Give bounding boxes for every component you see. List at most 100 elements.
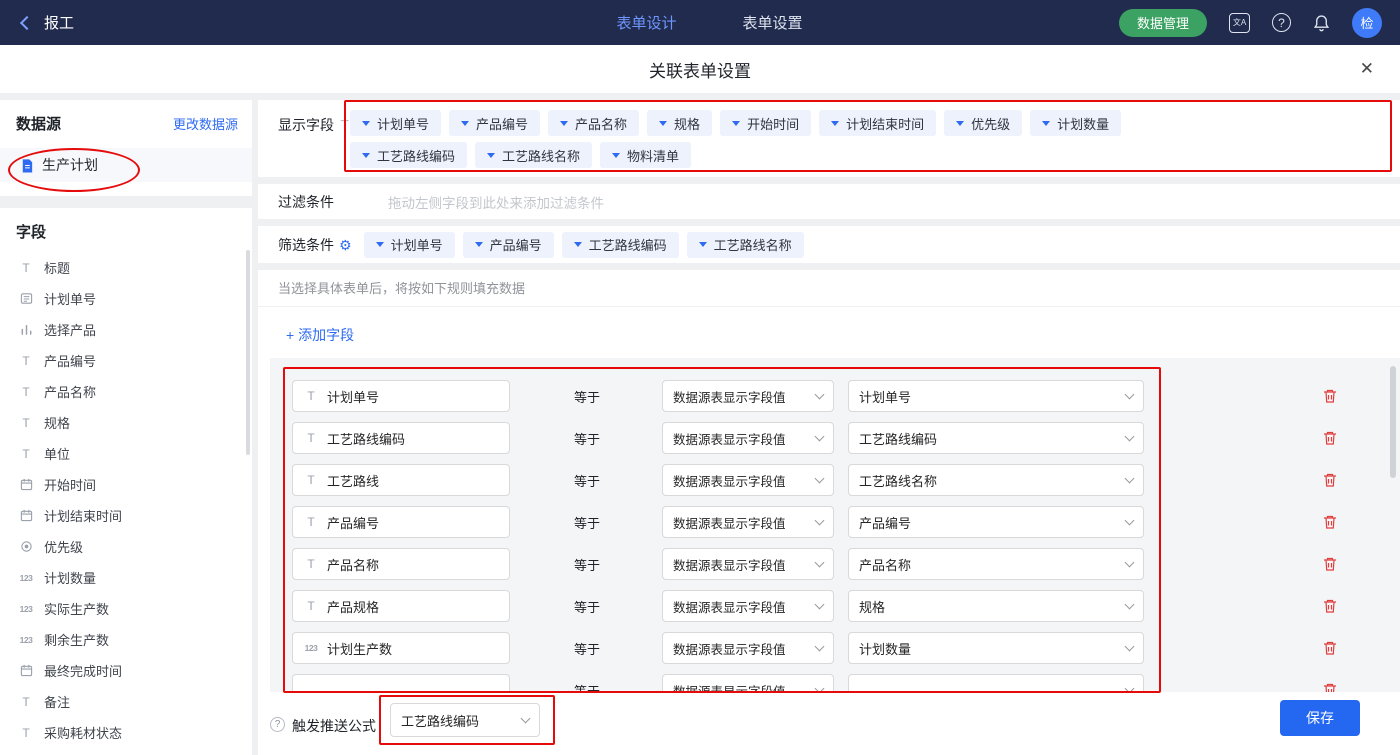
delete-row-icon[interactable] xyxy=(1322,556,1338,572)
source-field-select[interactable]: 产品编号 xyxy=(848,506,1144,538)
mapping-row: T工艺路线编码 等于 数据源表显示字段值 工艺路线编码 xyxy=(292,422,1400,454)
mapping-field-input[interactable]: T产品规格 xyxy=(292,590,510,622)
mapping-field-input[interactable] xyxy=(292,674,510,692)
mapping-row: T计划单号 等于 数据源表显示字段值 计划单号 xyxy=(292,380,1400,412)
sift-field-tag[interactable]: 计划单号 xyxy=(364,232,455,258)
mapping-panel: T计划单号 等于 数据源表显示字段值 计划单号 T工艺路线编码 等于 数据源表显… xyxy=(270,358,1400,692)
field-item[interactable]: 123剩余生产数 xyxy=(0,624,252,655)
date-field-icon xyxy=(18,477,34,493)
back-icon[interactable] xyxy=(20,15,34,29)
field-item[interactable]: T产品名称 xyxy=(0,376,252,407)
gear-icon[interactable]: ⚙ xyxy=(339,238,352,252)
field-item[interactable]: 选择产品 xyxy=(0,314,252,345)
display-field-tag[interactable]: 开始时间 xyxy=(720,110,811,136)
mapping-rules-section: 当选择具体表单后，将按如下规则填充数据 + 添加字段 T计划单号 等于 数据源表… xyxy=(258,270,1400,755)
field-item[interactable]: 计划结束时间 xyxy=(0,500,252,531)
display-field-tag[interactable]: 计划数量 xyxy=(1030,110,1121,136)
source-field-select[interactable]: 工艺路线编码 xyxy=(848,422,1144,454)
display-field-tag[interactable]: 规格 xyxy=(647,110,712,136)
datasource-item-production-plan[interactable]: 生产计划 xyxy=(0,148,252,182)
translate-icon[interactable]: 文A xyxy=(1229,13,1250,33)
trigger-formula-select[interactable]: 工艺路线编码 xyxy=(390,703,540,737)
delete-row-icon[interactable] xyxy=(1322,682,1338,692)
source-type-select[interactable]: 数据源表显示字段值 xyxy=(662,590,834,622)
source-field-select[interactable]: 产品名称 xyxy=(848,548,1144,580)
back-title[interactable]: 报工 xyxy=(44,12,74,33)
source-field-select[interactable] xyxy=(848,674,1144,692)
field-item[interactable]: 123计划数量 xyxy=(0,562,252,593)
caret-down-icon xyxy=(659,121,667,126)
display-field-tag[interactable]: 工艺路线编码 xyxy=(350,142,467,168)
field-item[interactable]: T备注 xyxy=(0,686,252,717)
mapping-field-input[interactable]: T工艺路线 xyxy=(292,464,510,496)
display-field-tag[interactable]: 产品名称 xyxy=(548,110,639,136)
chevron-down-icon xyxy=(521,713,531,723)
date-field-icon xyxy=(18,508,34,524)
help-icon[interactable]: ? xyxy=(1272,13,1291,32)
change-datasource-link[interactable]: 更改数据源 xyxy=(173,114,238,133)
source-field-select[interactable]: 规格 xyxy=(848,590,1144,622)
source-type-select[interactable]: 数据源表显示字段值 xyxy=(662,380,834,412)
delete-row-icon[interactable] xyxy=(1322,472,1338,488)
mapping-row: T产品编号 等于 数据源表显示字段值 产品编号 xyxy=(292,506,1400,538)
mapping-field-input[interactable]: T计划单号 xyxy=(292,380,510,412)
display-field-tag[interactable]: 优先级 xyxy=(944,110,1022,136)
display-field-tag[interactable]: 计划结束时间 xyxy=(819,110,936,136)
delete-row-icon[interactable] xyxy=(1322,430,1338,446)
source-field-select[interactable]: 计划单号 xyxy=(848,380,1144,412)
tab-form-settings[interactable]: 表单设置 xyxy=(742,12,802,33)
field-item[interactable]: T产品编号 xyxy=(0,345,252,376)
mapping-field-input[interactable]: T产品编号 xyxy=(292,506,510,538)
field-item[interactable]: T规格 xyxy=(0,407,252,438)
source-type-select[interactable]: 数据源表显示字段值 xyxy=(662,674,834,692)
sift-field-tag[interactable]: 工艺路线编码 xyxy=(562,232,679,258)
field-item[interactable]: 计划单号 xyxy=(0,283,252,314)
field-item[interactable]: T采购耗材状态 xyxy=(0,717,252,748)
field-item[interactable]: T标题 xyxy=(0,252,252,283)
date-field-icon xyxy=(18,663,34,679)
sidebar-scrollbar[interactable] xyxy=(246,250,250,455)
mapping-field-input[interactable]: T工艺路线编码 xyxy=(292,422,510,454)
notification-bell-icon[interactable] xyxy=(1313,14,1330,32)
display-field-tag[interactable]: 计划单号 xyxy=(350,110,441,136)
field-item[interactable]: 开始时间 xyxy=(0,469,252,500)
field-item[interactable]: 123实际生产数 xyxy=(0,593,252,624)
mapping-field-input[interactable]: 123计划生产数 xyxy=(292,632,510,664)
source-field-select[interactable]: 工艺路线名称 xyxy=(848,464,1144,496)
field-item[interactable]: T单位 xyxy=(0,438,252,469)
source-type-select[interactable]: 数据源表显示字段值 xyxy=(662,464,834,496)
filter-conditions-section: 过滤条件 拖动左侧字段到此处来添加过滤条件 xyxy=(258,184,1400,219)
help-circle-icon[interactable]: ? xyxy=(270,717,285,732)
add-display-field-button[interactable]: + xyxy=(340,113,349,131)
save-button[interactable]: 保存 xyxy=(1280,700,1360,736)
source-type-select[interactable]: 数据源表显示字段值 xyxy=(662,422,834,454)
display-field-tag[interactable]: 物料清单 xyxy=(600,142,691,168)
field-item[interactable]: 优先级 xyxy=(0,531,252,562)
filter-drop-placeholder[interactable]: 拖动左侧字段到此处来添加过滤条件 xyxy=(388,192,604,212)
avatar[interactable]: 检 xyxy=(1352,8,1382,38)
delete-row-icon[interactable] xyxy=(1322,388,1338,404)
mapping-field-input[interactable]: T产品名称 xyxy=(292,548,510,580)
mapping-panel-scrollbar[interactable] xyxy=(1390,366,1396,478)
mapping-row: T工艺路线 等于 数据源表显示字段值 工艺路线名称 xyxy=(292,464,1400,496)
equals-label: 等于 xyxy=(574,681,604,693)
add-field-link[interactable]: + 添加字段 xyxy=(286,325,354,345)
delete-row-icon[interactable] xyxy=(1322,514,1338,530)
display-field-tag[interactable]: 产品编号 xyxy=(449,110,540,136)
display-field-tag[interactable]: 工艺路线名称 xyxy=(475,142,592,168)
delete-row-icon[interactable] xyxy=(1322,598,1338,614)
source-type-select[interactable]: 数据源表显示字段值 xyxy=(662,506,834,538)
source-type-select[interactable]: 数据源表显示字段值 xyxy=(662,548,834,580)
caret-down-icon xyxy=(956,121,964,126)
source-field-select[interactable]: 计划数量 xyxy=(848,632,1144,664)
source-type-select[interactable]: 数据源表显示字段值 xyxy=(662,632,834,664)
field-item[interactable]: 最终完成时间 xyxy=(0,655,252,686)
delete-row-icon[interactable] xyxy=(1322,640,1338,656)
data-manage-button[interactable]: 数据管理 xyxy=(1119,9,1207,37)
page-title: 关联表单设置 xyxy=(649,57,751,82)
sift-field-tag[interactable]: 产品编号 xyxy=(463,232,554,258)
close-icon[interactable]: ✕ xyxy=(1360,59,1374,79)
chevron-down-icon xyxy=(815,431,825,441)
sift-field-tag[interactable]: 工艺路线名称 xyxy=(687,232,804,258)
tab-form-design[interactable]: 表单设计 xyxy=(616,12,676,33)
